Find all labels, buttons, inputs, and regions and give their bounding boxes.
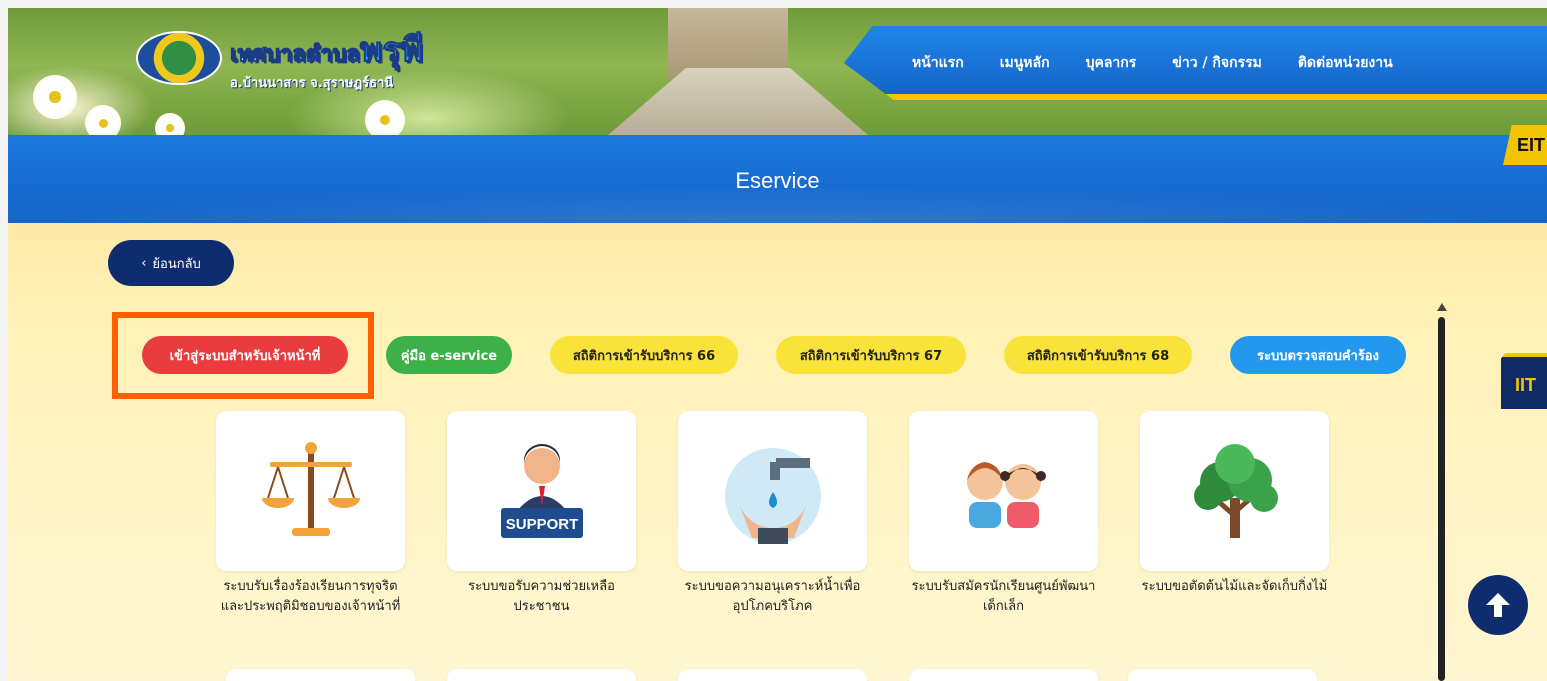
itt-label: IIT xyxy=(1515,375,1536,395)
scroll-thumb[interactable] xyxy=(1438,317,1445,681)
service-card-image[interactable] xyxy=(909,669,1098,681)
arrow-up-icon xyxy=(1486,593,1510,617)
service-card-image[interactable] xyxy=(1140,411,1329,571)
support-agent-icon: SUPPORT xyxy=(500,444,583,538)
scales-icon xyxy=(261,442,360,536)
content-scrollbar[interactable] xyxy=(1433,303,1451,681)
back-to-top-button[interactable] xyxy=(1468,575,1528,635)
service-card-image[interactable] xyxy=(226,669,415,681)
nav-item-main-menu[interactable]: เมนูหลัก xyxy=(1000,52,1050,74)
service-card-label: ระบบขอรับความช่วยเหลือประชาชน xyxy=(468,579,615,614)
back-button[interactable]: ‹ ย้อนกลับ xyxy=(108,240,234,286)
service-card-image[interactable]: SUPPORT xyxy=(447,411,636,571)
eservice-manual-button[interactable]: คู่มือ e-service xyxy=(386,336,512,374)
service-card[interactable] xyxy=(226,669,415,681)
service-card-image[interactable] xyxy=(909,411,1098,571)
service-card-image[interactable] xyxy=(1128,669,1317,681)
logo-text: เทศบาลตำบลพรุพี อ.บ้านนาสาร จ.สุราษฎร์ธา… xyxy=(230,22,424,93)
service-card[interactable] xyxy=(447,669,636,681)
service-card-label: ระบบขอความอนุเคราะห์น้ำเพื่ออุปโภคบริโภค xyxy=(684,579,861,614)
nav-item-home[interactable]: หน้าแรก xyxy=(912,52,964,74)
logo-title: เทศบาลตำบลพรุพี xyxy=(230,22,424,76)
main-navigation: หน้าแรก เมนูหลัก บุคลากร ข่าว / กิจกรรม … xyxy=(844,26,1547,100)
stats-66-button[interactable]: สถิติการเข้ารับบริการ 66 xyxy=(550,336,738,374)
itt-badge[interactable]: IIT xyxy=(1501,353,1547,409)
service-card-label: ระบบรับสมัครนักเรียนศูนย์พัฒนาเด็กเล็ก xyxy=(911,579,1096,614)
service-card-label: ระบบขอตัดต้นไม้และจัดเก็บกิ่งไม้ xyxy=(1141,579,1328,594)
tree-icon xyxy=(1193,444,1278,538)
service-card[interactable] xyxy=(909,669,1098,681)
back-button-label: ย้อนกลับ xyxy=(152,256,201,272)
logo-subtitle: อ.บ้านนาสาร จ.สุราษฎร์ธานี xyxy=(230,76,394,91)
water-tap-icon xyxy=(724,448,821,544)
service-card[interactable]: SUPPORT ระบบขอรับความช่วยเหลือประชาชน xyxy=(447,411,636,617)
banner-path-image xyxy=(608,68,868,135)
page-title-bar: Eservice xyxy=(8,135,1547,225)
service-card-image[interactable] xyxy=(216,411,405,571)
chevron-left-icon: ‹ xyxy=(141,255,147,271)
municipality-seal-icon xyxy=(136,30,222,85)
service-card-image[interactable] xyxy=(678,669,867,681)
service-card-label: ระบบรับเรื่องร้องเรียนการทุจริตและประพฤต… xyxy=(220,579,401,614)
nav-item-contact[interactable]: ติดต่อหน่วยงาน xyxy=(1298,52,1393,74)
page-title: Eservice xyxy=(735,168,820,193)
eit-label: EIT xyxy=(1517,135,1546,155)
logo-title-small: เทศบาลตำบล xyxy=(230,41,361,67)
banner-building-image xyxy=(668,8,788,78)
logo-title-big: พรุพี xyxy=(359,31,423,70)
service-card[interactable]: ระบบรับเรื่องร้องเรียนการทุจริตและประพฤต… xyxy=(216,411,405,617)
service-card-image[interactable] xyxy=(678,411,867,571)
service-card[interactable] xyxy=(1128,669,1317,681)
support-icon-text: SUPPORT xyxy=(505,516,578,533)
stats-68-button[interactable]: สถิติการเข้ารับบริการ 68 xyxy=(1004,336,1192,374)
page-frame: เทศบาลตำบลพรุพี อ.บ้านนาสาร จ.สุราษฎร์ธา… xyxy=(8,8,1547,681)
nav-item-news[interactable]: ข่าว / กิจกรรม xyxy=(1172,52,1262,74)
flower-decoration xyxy=(36,78,74,116)
service-card[interactable]: ระบบขอความอนุเคราะห์น้ำเพื่ออุปโภคบริโภค xyxy=(678,411,867,617)
service-card[interactable]: ระบบรับสมัครนักเรียนศูนย์พัฒนาเด็กเล็ก xyxy=(909,411,1098,617)
stats-67-button[interactable]: สถิติการเข้ารับบริการ 67 xyxy=(776,336,966,374)
check-request-button[interactable]: ระบบตรวจสอบคำร้อง xyxy=(1230,336,1406,374)
main-content: ‹ ย้อนกลับ เข้าสู่ระบบสำหรับเจ้าหน้าที่ … xyxy=(8,223,1547,681)
children-icon xyxy=(966,462,1046,528)
flower-decoration xyxy=(368,103,402,137)
nav-item-personnel[interactable]: บุคลากร xyxy=(1086,52,1137,74)
staff-login-button[interactable]: เข้าสู่ระบบสำหรับเจ้าหน้าที่ xyxy=(142,336,348,374)
scroll-up-arrow-icon[interactable] xyxy=(1437,303,1447,311)
service-card[interactable] xyxy=(678,669,867,681)
service-card-image[interactable] xyxy=(447,669,636,681)
service-card[interactable]: ระบบขอตัดต้นไม้และจัดเก็บกิ่งไม้ xyxy=(1140,411,1329,597)
site-logo[interactable]: เทศบาลตำบลพรุพี อ.บ้านนาสาร จ.สุราษฎร์ธา… xyxy=(136,22,423,93)
flower-decoration xyxy=(88,108,118,138)
action-pills: เข้าสู่ระบบสำหรับเจ้าหน้าที่ คู่มือ e-se… xyxy=(112,312,1412,399)
